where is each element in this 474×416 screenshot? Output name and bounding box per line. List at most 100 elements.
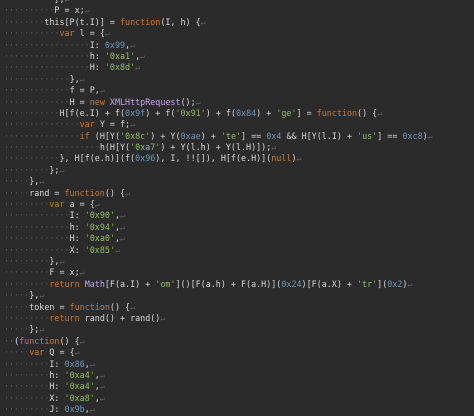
code-line[interactable]: ·········H: '0xa4',↵ [4,381,474,392]
line-break-marker: ↵ [104,28,110,39]
code-line[interactable]: ·····};↵ [4,324,474,335]
code-text: I: [49,358,65,369]
number-token: 0xc8 [402,130,423,141]
code-line[interactable]: ·············H = new XMLHttpRequest();↵ [4,97,474,108]
code-line[interactable]: ·········X: '0xa8',↵ [4,393,474,404]
code-text: token = [29,301,70,312]
whitespace-marker: ··················· [4,142,100,153]
code-text: h: [89,50,105,61]
code-line[interactable]: ·················I: 0x99,↵ [4,40,474,51]
code-line[interactable]: ·········};↵ [4,165,474,176]
code-line[interactable]: ··········P = x;↵ [4,5,474,16]
code-line[interactable]: ·············},↵ [4,74,474,85]
whitespace-marker: ············· [4,233,70,244]
line-break-marker: ↵ [59,164,65,175]
number-token: 0x2 [387,278,403,289]
code-text: [F(a.I) + [104,278,156,289]
whitespace-marker: ················· [4,39,90,50]
code-line[interactable]: ·········var a = {↵ [4,199,474,210]
class-token: XMLHttpRequest [109,96,181,107]
code-line[interactable]: ···············var Y = f;↵ [4,119,474,130]
code-line[interactable]: ·········J: 0x9b,↵ [4,404,474,415]
code-line[interactable]: ·····token = function() {↵ [4,302,474,313]
keyword-token: function [316,107,358,118]
code-line[interactable]: ···············if (H[Y('0x8c') + Y(0xae)… [4,131,474,142]
code-text: X: [69,244,85,255]
code-editor[interactable]: ··········},↵··········P = x;↵········th… [0,0,474,416]
line-break-marker: ↵ [120,221,126,232]
code-line[interactable]: ·········I: 0x86,↵ [4,359,474,370]
code-line[interactable]: ···········var l = {↵ [4,28,474,39]
whitespace-marker: ················· [4,62,90,73]
line-break-marker: ↵ [79,267,85,278]
code-line[interactable]: ···················h(H[Y('0xa7') + Y(l.h… [4,142,474,153]
line-break-marker: ↵ [89,358,95,369]
whitespace-marker: ········· [4,199,50,210]
code-text: f = P, [69,85,100,96]
keyword-token: var [29,347,45,358]
code-text: (H[Y( [89,130,120,141]
code-line[interactable]: ·············I: '0x90',↵ [4,210,474,221]
whitespace-marker: ············· [4,85,70,96]
code-text: ) + [200,130,221,141]
number-token: 0x99 [104,39,126,50]
code-text: ] == [241,130,267,141]
whitespace-marker: ········ [4,16,45,27]
code-line[interactable]: ·····},↵ [4,290,474,301]
code-text: ] == [377,130,403,141]
line-break-marker: ↵ [130,119,136,130]
line-break-marker: ↵ [120,233,126,244]
code-line[interactable]: ·············X: '0x85'↵ [4,245,474,256]
code-line[interactable]: ·············f = P,↵ [4,85,474,96]
code-text: ) + f( [205,107,236,118]
line-break-marker: ↵ [39,176,45,187]
class-token: Math [84,278,105,289]
string-token: 'tr' [357,278,378,289]
code-line[interactable]: ··(function() {↵ [4,336,474,347]
whitespace-marker: ····· [4,176,30,187]
string-token: '0xa4' [64,369,95,380]
code-line[interactable]: ·············H: '0xa0',↵ [4,233,474,244]
code-line[interactable]: ·········h: '0xa4',↵ [4,370,474,381]
code-line[interactable]: ···········}, H[f(e.h)](f(0x96), I, !![]… [4,153,474,164]
code-line[interactable]: ·····},↵ [4,176,474,187]
code-text: I: [89,39,105,50]
code-text: H: [49,381,65,392]
line-break-marker: ↵ [407,278,413,289]
code-line[interactable]: ········this[P(t.I)] = function(I, h) {↵ [4,17,474,28]
code-line[interactable]: ···········H[f(e.I) + f(0x9f) + f('0x91'… [4,108,474,119]
code-line[interactable]: ·····var Q = {↵ [4,347,474,358]
code-line[interactable]: ·····rand = function() {↵ [4,188,474,199]
code-text: ) + [256,107,277,118]
line-break-marker: ↵ [99,392,105,403]
line-break-marker: ↵ [59,255,65,266]
code-text: h: [69,221,85,232]
keyword-token: if [79,130,90,141]
whitespace-marker: ·········· [4,5,55,16]
code-text: X: [49,392,65,403]
whitespace-marker: ·········· [4,0,54,4]
code-text: H: [89,62,105,73]
code-text: l = { [74,28,105,39]
code-line[interactable]: ·········F = x;↵ [4,267,474,278]
code-text: }, [69,73,80,84]
code-text: Q = { [44,347,75,358]
code-area[interactable]: ··········},↵··········P = x;↵········th… [4,0,474,415]
code-line[interactable]: ·········return rand() + rand()↵ [4,313,474,324]
line-break-marker: ↵ [120,210,126,221]
line-break-marker: ↵ [65,0,70,4]
code-line[interactable]: ·················h: '0xa1',↵ [4,51,474,62]
line-break-marker: ↵ [39,324,45,335]
code-line[interactable]: ·············h: '0x94',↵ [4,222,474,233]
keyword-token: return [49,278,80,289]
code-text: I: [69,210,85,221]
string-token: '0xa7' [130,142,161,153]
line-break-marker: ↵ [135,62,141,73]
keyword-token: var [59,28,75,39]
code-line[interactable]: ·········return Math[F(a.I) + 'om']()[F(… [4,279,474,290]
code-text: }, [29,176,40,187]
code-line[interactable]: ·················H: '0x8d'↵ [4,62,474,73]
code-text: }, H[f(e.h)](f( [59,153,136,164]
code-line[interactable]: ·········},↵ [4,256,474,267]
line-break-marker: ↵ [271,142,277,153]
